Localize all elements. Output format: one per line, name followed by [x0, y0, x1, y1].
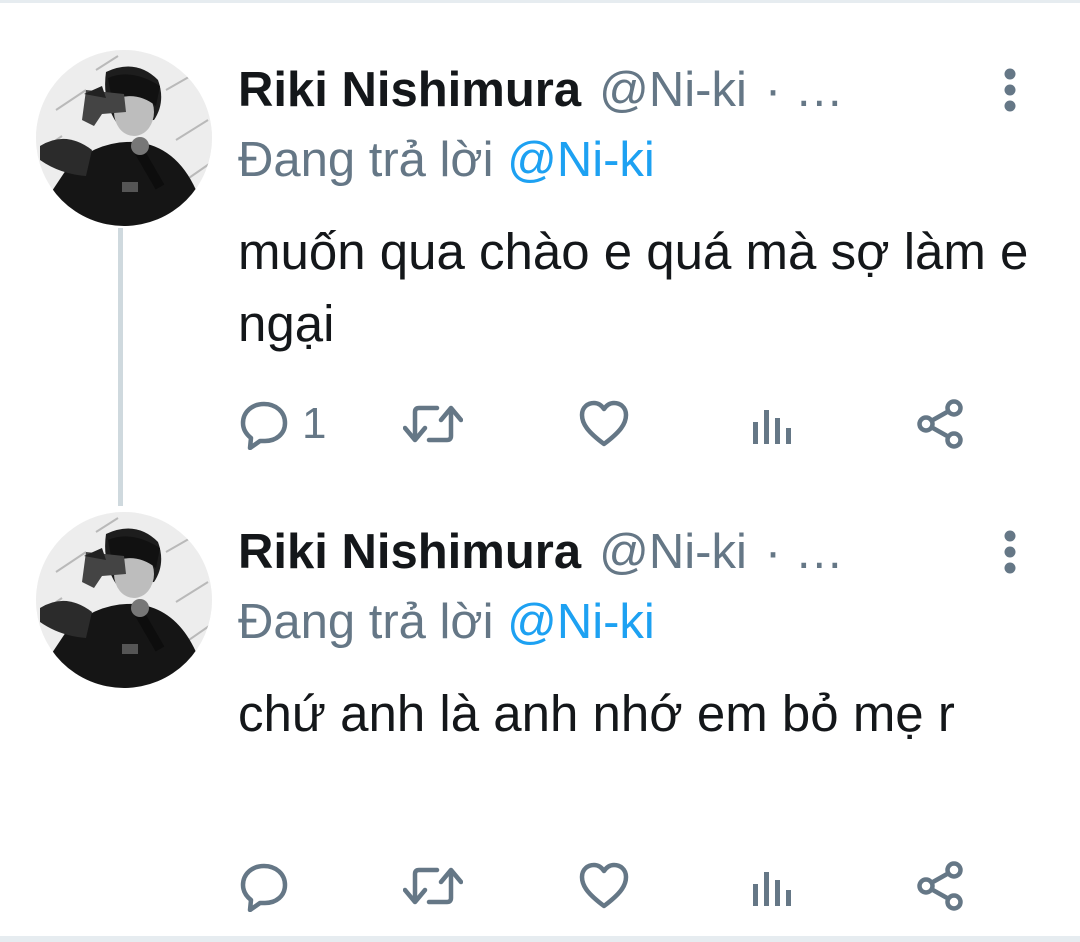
retweet-button[interactable] — [403, 394, 463, 454]
like-button[interactable] — [578, 394, 630, 454]
more-vertical-icon — [1004, 68, 1016, 112]
retweet-icon — [403, 867, 463, 905]
replying-to-line: Đang trả lời @Ni-ki — [238, 592, 655, 652]
avatar[interactable] — [36, 512, 212, 688]
tweet-text: muốn qua chào e quá mà sợ làm e ngại — [238, 223, 1029, 352]
share-icon — [917, 861, 963, 911]
display-name[interactable]: Riki Nishimura — [238, 63, 581, 117]
avatar[interactable] — [36, 50, 212, 226]
reply-button[interactable] — [238, 856, 302, 916]
reply-button[interactable]: 1 — [238, 394, 326, 454]
tweet-actions: 1 — [238, 394, 998, 454]
header-truncation: · … — [764, 525, 844, 579]
tweet-header: Riki Nishimura @Ni-ki · … — [238, 60, 844, 120]
top-divider — [0, 0, 1080, 3]
user-handle[interactable]: @Ni-ki — [599, 63, 747, 117]
analytics-button[interactable] — [746, 856, 798, 916]
replying-to-label: Đang trả lời — [238, 595, 494, 649]
replying-to-label: Đang trả lời — [238, 133, 494, 187]
thread-connector-line — [118, 228, 123, 506]
analytics-button[interactable] — [746, 394, 798, 454]
replying-to-line: Đang trả lời @Ni-ki — [238, 130, 655, 190]
reply-bubble-icon — [240, 863, 288, 912]
analytics-icon — [753, 410, 791, 444]
retweet-button[interactable] — [403, 856, 463, 916]
like-button[interactable] — [578, 856, 630, 916]
analytics-icon — [753, 872, 791, 906]
tweet-text: chứ anh là anh nhớ em bỏ mẹ r — [238, 685, 955, 742]
more-options-button[interactable] — [994, 66, 1026, 114]
tweet-actions — [238, 856, 998, 916]
header-truncation: · … — [764, 63, 844, 117]
share-button[interactable] — [914, 856, 966, 916]
display-name[interactable]: Riki Nishimura — [238, 525, 581, 579]
share-button[interactable] — [914, 394, 966, 454]
heart-icon — [579, 400, 629, 447]
share-icon — [917, 399, 963, 449]
profile-photo-icon — [36, 50, 212, 226]
replying-to-handle-link[interactable]: @Ni-ki — [507, 595, 655, 649]
more-options-button[interactable] — [994, 528, 1026, 576]
reply-bubble-icon — [240, 401, 288, 450]
reply-count: 1 — [302, 399, 327, 448]
user-handle[interactable]: @Ni-ki — [599, 525, 747, 579]
retweet-icon — [403, 405, 463, 443]
heart-icon — [579, 862, 629, 909]
profile-photo-icon — [36, 512, 212, 688]
more-vertical-icon — [1004, 530, 1016, 574]
tweet-header: Riki Nishimura @Ni-ki · … — [238, 522, 844, 582]
bottom-divider — [0, 936, 1080, 942]
replying-to-handle-link[interactable]: @Ni-ki — [507, 133, 655, 187]
